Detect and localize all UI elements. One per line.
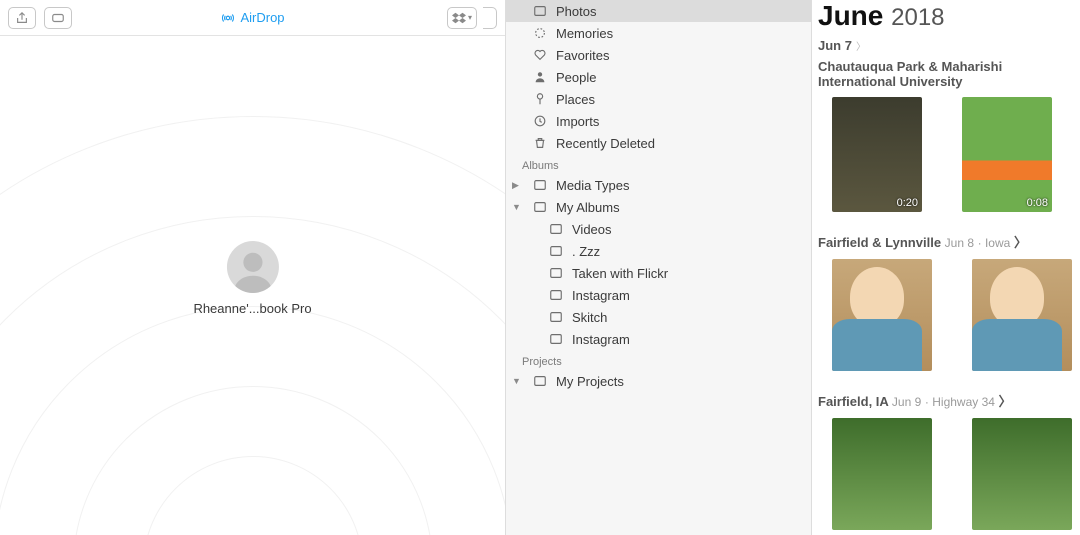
date-row[interactable]: Jun 7 〉 — [818, 36, 1080, 59]
photos-icon — [532, 3, 548, 19]
pin-icon — [532, 91, 548, 107]
album-icon — [548, 265, 564, 281]
sidebar-item-label: . Zzz — [572, 244, 600, 259]
video-duration: 0:20 — [897, 197, 918, 209]
photo-thumb[interactable] — [832, 418, 932, 530]
share-button[interactable] — [8, 7, 36, 29]
sidebar-item-label: Instagram — [572, 332, 630, 347]
disclosure-icon[interactable]: ▶ — [512, 180, 522, 191]
date-label: Jun 8 — [945, 236, 974, 250]
heart-icon — [532, 47, 548, 63]
album-icon — [532, 177, 548, 193]
sidebar-item-label: Places — [556, 92, 595, 107]
sidebar-item-people[interactable]: People — [506, 66, 811, 88]
album-icon — [548, 309, 564, 325]
sidebar-item-memories[interactable]: Memories — [506, 22, 811, 44]
dropbox-button[interactable]: ▾ — [447, 7, 477, 29]
year-label: 2018 — [891, 4, 944, 31]
location-title[interactable]: Chautauqua Park & Maharishi Internationa… — [818, 59, 1080, 93]
airdrop-device-label: Rheanne'...book Pro — [193, 301, 311, 316]
album-icon — [532, 199, 548, 215]
thumb-row — [818, 414, 1080, 535]
sidebar-item-zzz[interactable]: . Zzz — [506, 240, 811, 262]
sidebar-item-media-types[interactable]: ▶ Media Types — [506, 174, 811, 196]
airdrop-toolbar: AirDrop ▾ — [0, 0, 505, 36]
airdrop-title: AirDrop — [220, 10, 284, 25]
chevron-right-icon: 〉 — [1014, 235, 1027, 250]
sidebar-item-label: Skitch — [572, 310, 607, 325]
photo-thumb[interactable] — [972, 259, 1072, 371]
location-title[interactable]: Fairfield & Lynnville Jun 8 · Iowa 〉 — [818, 232, 1080, 255]
album-icon — [548, 287, 564, 303]
projects-header: Projects — [506, 350, 811, 370]
sidebar-item-label: Taken with Flickr — [572, 266, 668, 281]
sidebar-item-label: Videos — [572, 222, 612, 237]
sidebar-item-taken-with-flickr[interactable]: Taken with Flickr — [506, 262, 811, 284]
date-label: Jun 9 — [892, 395, 921, 409]
album-icon — [548, 221, 564, 237]
video-duration: 0:08 — [1027, 197, 1048, 209]
trash-icon — [532, 135, 548, 151]
photos-main: June 2018 Jun 7 〉Chautauqua Park & Mahar… — [812, 0, 1080, 535]
sidebar-item-label: Imports — [556, 114, 599, 129]
sidebar-item-instagram-2[interactable]: Instagram — [506, 328, 811, 350]
sidebar-item-photos[interactable]: Photos — [506, 0, 811, 22]
disclosure-icon[interactable]: ▼ — [512, 202, 522, 212]
sidebar-item-skitch[interactable]: Skitch — [506, 306, 811, 328]
person-icon — [532, 69, 548, 85]
photos-sidebar: Photos Memories Favorites People Places Impor… — [506, 0, 812, 535]
album-icon — [548, 331, 564, 347]
chevron-right-icon: 〉 — [999, 394, 1012, 409]
date-label: Jun 7 — [818, 38, 852, 53]
sidebar-item-my-projects[interactable]: ▼ My Projects — [506, 370, 811, 392]
thumb-row: 0:20 0:08 — [818, 93, 1080, 232]
chevron-right-icon: 〉 — [856, 38, 866, 53]
clock-icon — [532, 113, 548, 129]
sidebar-item-label: Favorites — [556, 48, 609, 63]
sidebar-item-imports[interactable]: Imports — [506, 110, 811, 132]
photo-thumb[interactable]: 0:08 — [962, 97, 1052, 212]
sidebar-item-instagram[interactable]: Instagram — [506, 284, 811, 306]
sidebar-item-favorites[interactable]: Favorites — [506, 44, 811, 66]
sidebar-item-label: People — [556, 70, 596, 85]
tag-button[interactable] — [44, 7, 72, 29]
album-icon — [532, 373, 548, 389]
sidebar-item-label: Media Types — [556, 178, 629, 193]
album-icon — [548, 243, 564, 259]
airdrop-radar: Rheanne'...book Pro — [0, 36, 505, 535]
dropdown-extra-button[interactable] — [483, 7, 497, 29]
albums-header: Albums — [506, 154, 811, 174]
photo-thumb[interactable]: 0:20 — [832, 97, 922, 212]
photo-thumb[interactable] — [832, 259, 932, 371]
sidebar-item-label: Photos — [556, 4, 596, 19]
airdrop-window: AirDrop ▾ Rheanne'...book Pro — [0, 0, 506, 535]
sidebar-item-recently-deleted[interactable]: Recently Deleted — [506, 132, 811, 154]
month-header[interactable]: June 2018 — [818, 0, 1080, 36]
thumb-row — [818, 255, 1080, 391]
photo-thumb[interactable] — [972, 418, 1072, 530]
location-title[interactable]: Fairfield, IA Jun 9 · Highway 34 〉 — [818, 391, 1080, 414]
sidebar-item-places[interactable]: Places — [506, 88, 811, 110]
avatar-icon — [227, 241, 279, 293]
sidebar-item-my-albums[interactable]: ▼ My Albums — [506, 196, 811, 218]
sidebar-item-label: Memories — [556, 26, 613, 41]
sidebar-item-label: My Albums — [556, 200, 620, 215]
sidebar-item-videos[interactable]: Videos — [506, 218, 811, 240]
sidebar-item-label: Recently Deleted — [556, 136, 655, 151]
memories-icon — [532, 25, 548, 41]
sidebar-item-label: My Projects — [556, 374, 624, 389]
airdrop-device[interactable]: Rheanne'...book Pro — [193, 241, 311, 316]
disclosure-icon[interactable]: ▼ — [512, 376, 522, 386]
sidebar-item-label: Instagram — [572, 288, 630, 303]
month-label: June — [818, 0, 883, 31]
airdrop-title-label: AirDrop — [240, 10, 284, 25]
